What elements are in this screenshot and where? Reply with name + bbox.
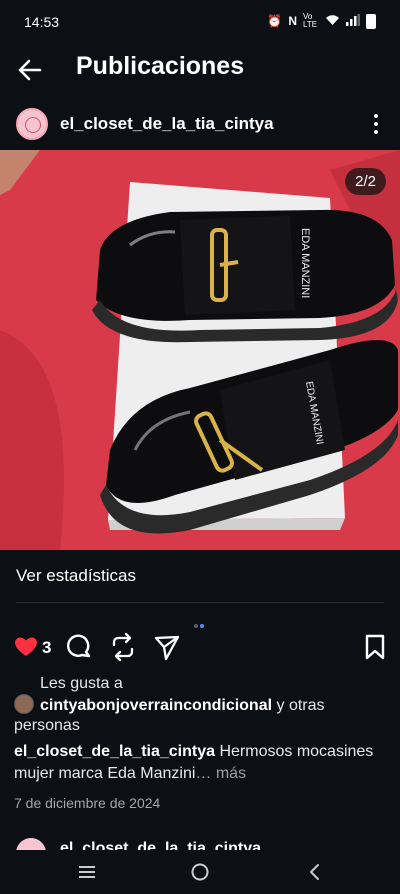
status-bar: 14:53 ⏰ N Vo LTE: [0, 0, 400, 42]
repost-icon[interactable]: [108, 632, 138, 662]
back-arrow-icon[interactable]: [14, 54, 46, 86]
alarm-icon: ⏰: [267, 14, 283, 28]
status-time: 14:53: [24, 14, 60, 30]
post-date: 7 de diciembre de 2024: [14, 795, 161, 811]
save-icon[interactable]: [360, 632, 390, 662]
caption-more-link[interactable]: … más: [195, 765, 246, 782]
avatar[interactable]: [16, 108, 48, 140]
nfc-icon: N: [288, 14, 297, 28]
page-title: Publicaciones: [76, 52, 245, 80]
post-caption: el_closet_de_la_tia_cintya Hermosos moca…: [14, 741, 390, 785]
volte-icon: Vo LTE: [303, 12, 318, 29]
nav-back-icon[interactable]: [302, 860, 328, 884]
signal-icon: [346, 13, 360, 29]
likes-prefix: Les gusta a: [40, 675, 123, 692]
divider: [16, 602, 384, 603]
likes-summary[interactable]: Les gusta a cintyabonjoverraincondiciona…: [14, 674, 386, 736]
nav-home-icon[interactable]: [187, 860, 213, 884]
liker-username[interactable]: cintyabonjoverraincondicional: [40, 697, 272, 714]
insole-brand-print: EDA MANZINI: [299, 228, 311, 298]
view-stats-link[interactable]: Ver estadísticas: [16, 566, 136, 586]
next-post-username[interactable]: el_closet_de_la_tia_cintya: [60, 840, 261, 850]
system-nav-bar: [0, 850, 400, 894]
wifi-icon: [325, 14, 340, 29]
liker-avatar: [14, 694, 34, 714]
more-options-icon[interactable]: [366, 110, 386, 138]
post-header: el_closet_de_la_tia_cintya: [0, 104, 400, 144]
carousel-dots: [193, 615, 205, 633]
image-counter: 2/2: [345, 168, 386, 195]
like-count[interactable]: 3: [42, 638, 51, 658]
nav-recents-icon[interactable]: [74, 860, 100, 884]
shoes-photo: EDA EDA MANZINI EDA MANZINI: [0, 150, 400, 550]
post-image[interactable]: EDA EDA MANZINI EDA MANZINI 2/2: [0, 150, 400, 550]
avatar[interactable]: [16, 838, 46, 850]
comment-icon[interactable]: [64, 632, 94, 662]
status-icons: ⏰ N Vo LTE: [267, 13, 376, 29]
action-bar: 3: [0, 632, 400, 664]
next-post-header: el_closet_de_la_tia_cintya: [0, 836, 400, 850]
battery-icon: [366, 13, 376, 29]
post-username[interactable]: el_closet_de_la_tia_cintya: [60, 114, 274, 134]
share-icon[interactable]: [152, 632, 182, 662]
app-bar: Publicaciones: [0, 46, 400, 94]
heart-icon[interactable]: [12, 632, 42, 662]
caption-username[interactable]: el_closet_de_la_tia_cintya: [14, 743, 215, 760]
